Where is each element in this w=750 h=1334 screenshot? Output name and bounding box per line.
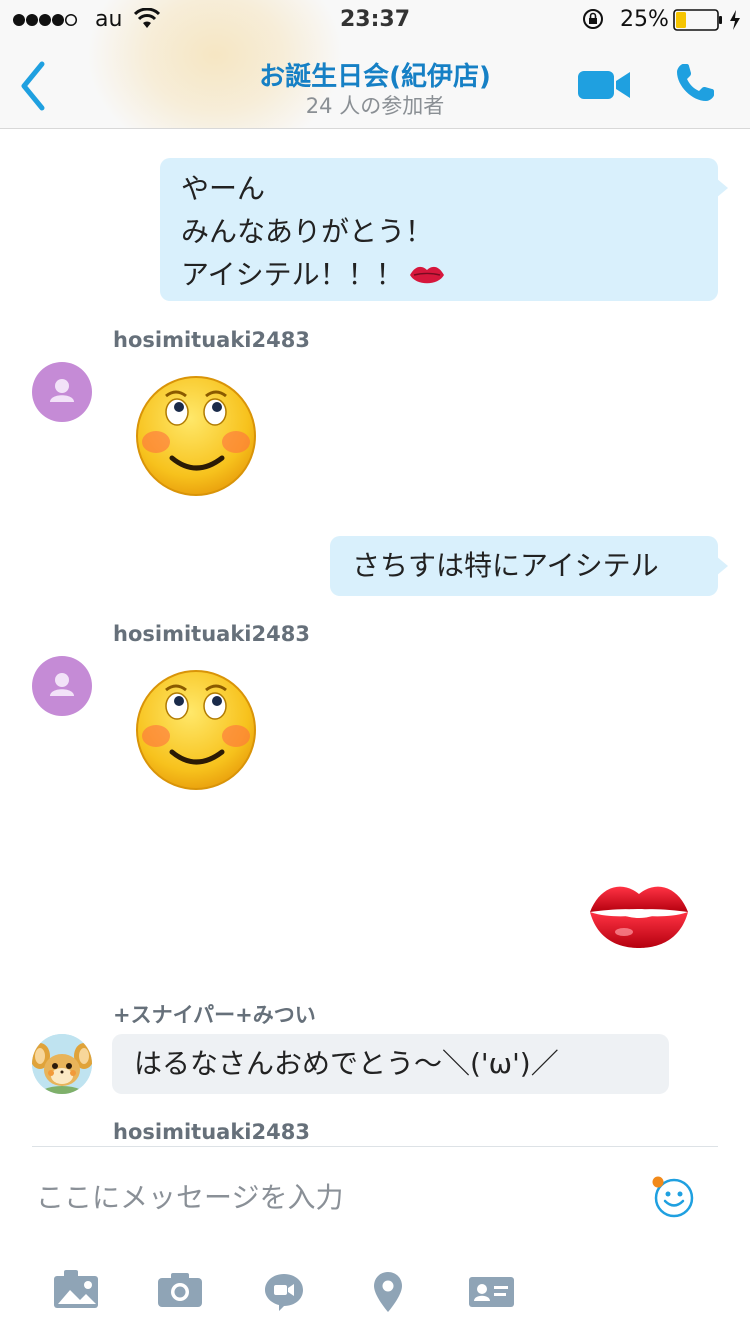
battery-percent: 25% — [620, 7, 669, 32]
avatar[interactable] — [32, 1034, 92, 1094]
phone-icon — [677, 64, 714, 101]
outgoing-message-bubble[interactable]: やーん みんなありがとう！ アイシテル！！！ — [160, 158, 718, 301]
sender-name[interactable]: +スナイパー+みつい — [113, 999, 316, 1029]
message-text-line: やーん — [181, 172, 266, 205]
video-call-button[interactable] — [578, 69, 632, 101]
contact-card-button[interactable] — [469, 1275, 515, 1309]
battery-icon — [673, 9, 725, 31]
avatar[interactable] — [32, 362, 92, 422]
sender-name[interactable]: hosimituaki2483 — [113, 1120, 310, 1144]
kiss-emoticon-icon — [409, 266, 444, 283]
blush-smile-emoticon[interactable] — [134, 374, 258, 498]
sender-name[interactable]: hosimituaki2483 — [113, 328, 310, 352]
bubble-tail — [716, 178, 728, 198]
default-user-icon — [50, 379, 74, 402]
video-camera-icon — [578, 71, 630, 99]
location-icon — [374, 1272, 402, 1312]
message-text: はるなさんおめでとう～＼('ω')／ — [134, 1047, 559, 1080]
avatar[interactable] — [32, 656, 92, 716]
video-message-button[interactable] — [263, 1272, 305, 1312]
message-text-line: みんなありがとう！ — [181, 215, 434, 248]
message-text-line: アイシテル！！！ — [181, 258, 404, 291]
chat-title[interactable]: お誕生日会(紀伊店) — [0, 56, 750, 93]
message-input[interactable] — [36, 1170, 616, 1224]
message-text: さちすは特にアイシテル — [352, 549, 659, 582]
contact-card-icon — [469, 1277, 514, 1307]
emoticon-picker-button[interactable] — [650, 1174, 696, 1220]
composer-divider — [32, 1146, 718, 1147]
outgoing-message-bubble[interactable]: さちすは特にアイシテル — [330, 536, 718, 596]
bubble-tail — [716, 556, 728, 576]
lips-emoticon[interactable] — [588, 878, 690, 950]
blush-smile-emoticon[interactable] — [134, 668, 258, 792]
sender-name[interactable]: hosimituaki2483 — [113, 622, 310, 646]
default-user-icon — [50, 673, 74, 696]
rotation-lock-icon — [582, 8, 604, 30]
incoming-message-bubble[interactable]: はるなさんおめでとう～＼('ω')／ — [112, 1034, 669, 1094]
participant-count[interactable]: 24 人の参加者 — [0, 90, 750, 120]
voice-call-button[interactable] — [674, 62, 716, 104]
camera-button[interactable] — [158, 1272, 204, 1308]
location-button[interactable] — [372, 1270, 404, 1314]
dedenne-avatar-icon — [32, 1034, 92, 1094]
charging-icon — [728, 9, 742, 31]
camera-icon — [158, 1273, 202, 1307]
photo-button[interactable] — [54, 1270, 100, 1310]
video-message-icon — [265, 1274, 303, 1311]
photo-icon — [54, 1270, 98, 1308]
smiley-icon — [652, 1176, 694, 1218]
